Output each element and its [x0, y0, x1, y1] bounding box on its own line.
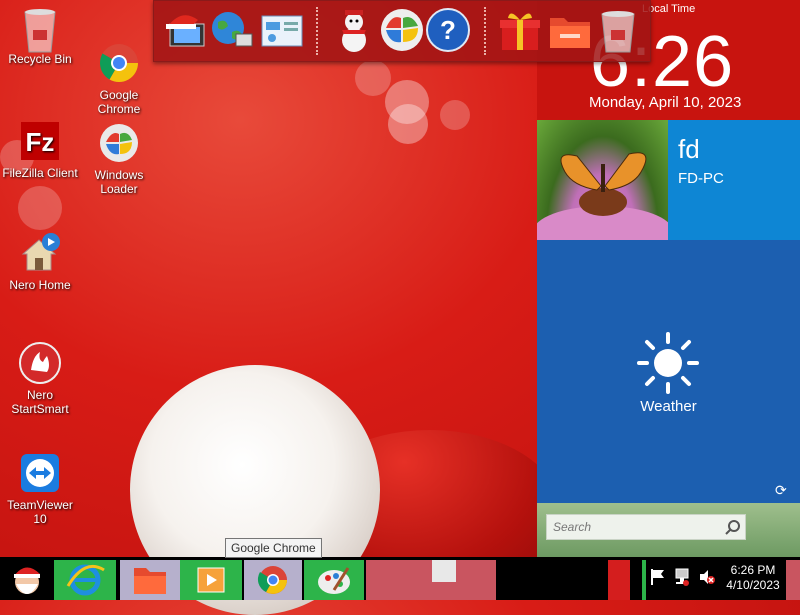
chrome-icon	[257, 566, 287, 594]
nero-home-icon	[19, 232, 61, 274]
globe-network-icon[interactable]	[208, 6, 256, 54]
taskbar-empty-area	[366, 560, 496, 600]
user-pc-name: FD-PC	[678, 170, 724, 187]
weather-label: Weather	[640, 398, 697, 415]
taskbar-folder[interactable]	[120, 560, 180, 600]
desktop-icon-google-chrome[interactable]: Google Chrome	[79, 14, 159, 130]
desktop-icon-label: Nero Home	[9, 278, 71, 292]
folder-icon	[134, 568, 166, 594]
internet-explorer-icon	[66, 564, 105, 596]
tray-date: 4/10/2023	[726, 578, 780, 592]
media-player-icon	[197, 567, 225, 593]
taskbar-media-player[interactable]	[180, 560, 242, 600]
dock-separator	[316, 7, 318, 55]
tray-app-icon[interactable]	[608, 560, 630, 600]
desktop-icon-label: FileZilla Client	[2, 166, 78, 180]
network-icon[interactable]	[674, 567, 690, 587]
weather-tile[interactable]: Weather ⟳	[537, 240, 800, 503]
desktop-icon-recycle-bin[interactable]: Recycle Bin	[0, 6, 80, 66]
folder-icon[interactable]	[546, 6, 594, 54]
santa-icon	[14, 567, 40, 594]
santa-hat-computer-icon[interactable]	[162, 6, 210, 54]
start-button[interactable]	[2, 560, 52, 600]
taskbar-paint[interactable]	[304, 560, 364, 600]
dock-separator	[484, 7, 486, 55]
bokeh-light	[388, 104, 428, 144]
desktop-icon-windows-loader[interactable]: Windows Loader	[79, 122, 159, 196]
user-tile[interactable]: fd FD-PC	[668, 120, 800, 240]
tray-clock[interactable]: 6:26 PM 4/10/2023	[726, 563, 780, 593]
user-name: fd	[678, 134, 700, 164]
paint-icon	[318, 567, 350, 594]
bokeh-light	[355, 60, 391, 96]
control-panel-icon[interactable]	[258, 6, 306, 54]
taskbar-google-chrome[interactable]	[244, 560, 302, 600]
recycle-bin-icon	[19, 6, 61, 53]
recycle-bin-icon[interactable]	[594, 6, 642, 54]
desktop-icon-label: Windows Loader	[94, 168, 144, 196]
show-desktop-button[interactable]	[786, 560, 800, 600]
desktop-icon-label: Google Chrome	[97, 88, 141, 116]
volume-muted-icon[interactable]	[698, 568, 716, 586]
tray-indicator	[642, 560, 646, 600]
filezilla-icon: Fz	[19, 120, 61, 162]
search-icon[interactable]	[725, 519, 741, 535]
bokeh-light	[18, 186, 62, 230]
snowman-icon[interactable]	[330, 6, 378, 54]
desktop-icon-nero-startsmart[interactable]: Nero StartSmart	[0, 342, 80, 416]
sun-icon	[637, 332, 699, 394]
help-icon[interactable]: ?	[424, 6, 472, 54]
gift-icon[interactable]	[496, 6, 544, 54]
taskbar-internet-explorer[interactable]	[54, 560, 116, 600]
search-placeholder: Search	[553, 520, 592, 534]
nero-startsmart-icon	[19, 342, 61, 384]
svg-text:?: ?	[440, 15, 456, 45]
butterfly-flower-image	[537, 152, 668, 240]
teamviewer-icon	[19, 452, 61, 494]
desktop-icon-label: Recycle Bin	[8, 52, 72, 66]
taskbar-thumbnail	[432, 560, 456, 582]
taskbar-tooltip: Google Chrome	[225, 538, 322, 558]
desktop-icon-label: TeamViewer 10	[7, 498, 73, 526]
desktop-icon-filezilla[interactable]: Fz FileZilla Client	[0, 120, 80, 180]
chrome-icon	[98, 28, 140, 83]
desktop-icon-nero-home[interactable]: Nero Home	[0, 232, 80, 292]
windows-loader-icon	[98, 122, 140, 164]
dock-bar: ?	[153, 0, 651, 62]
svg-text:Fz: Fz	[26, 127, 55, 157]
desktop-icon-label: Nero StartSmart	[11, 388, 69, 416]
windows-logo-icon[interactable]	[378, 6, 426, 54]
photo-tile[interactable]	[537, 120, 668, 240]
clock-date: Monday, April 10, 2023	[589, 94, 742, 111]
bokeh-light	[440, 100, 470, 130]
action-center-flag-icon[interactable]	[650, 568, 666, 586]
desktop-icon-teamviewer[interactable]: TeamViewer 10	[0, 452, 80, 526]
refresh-icon[interactable]: ⟳	[775, 482, 787, 499]
search-input[interactable]: Search	[546, 514, 746, 540]
tray-time: 6:26 PM	[730, 563, 776, 577]
